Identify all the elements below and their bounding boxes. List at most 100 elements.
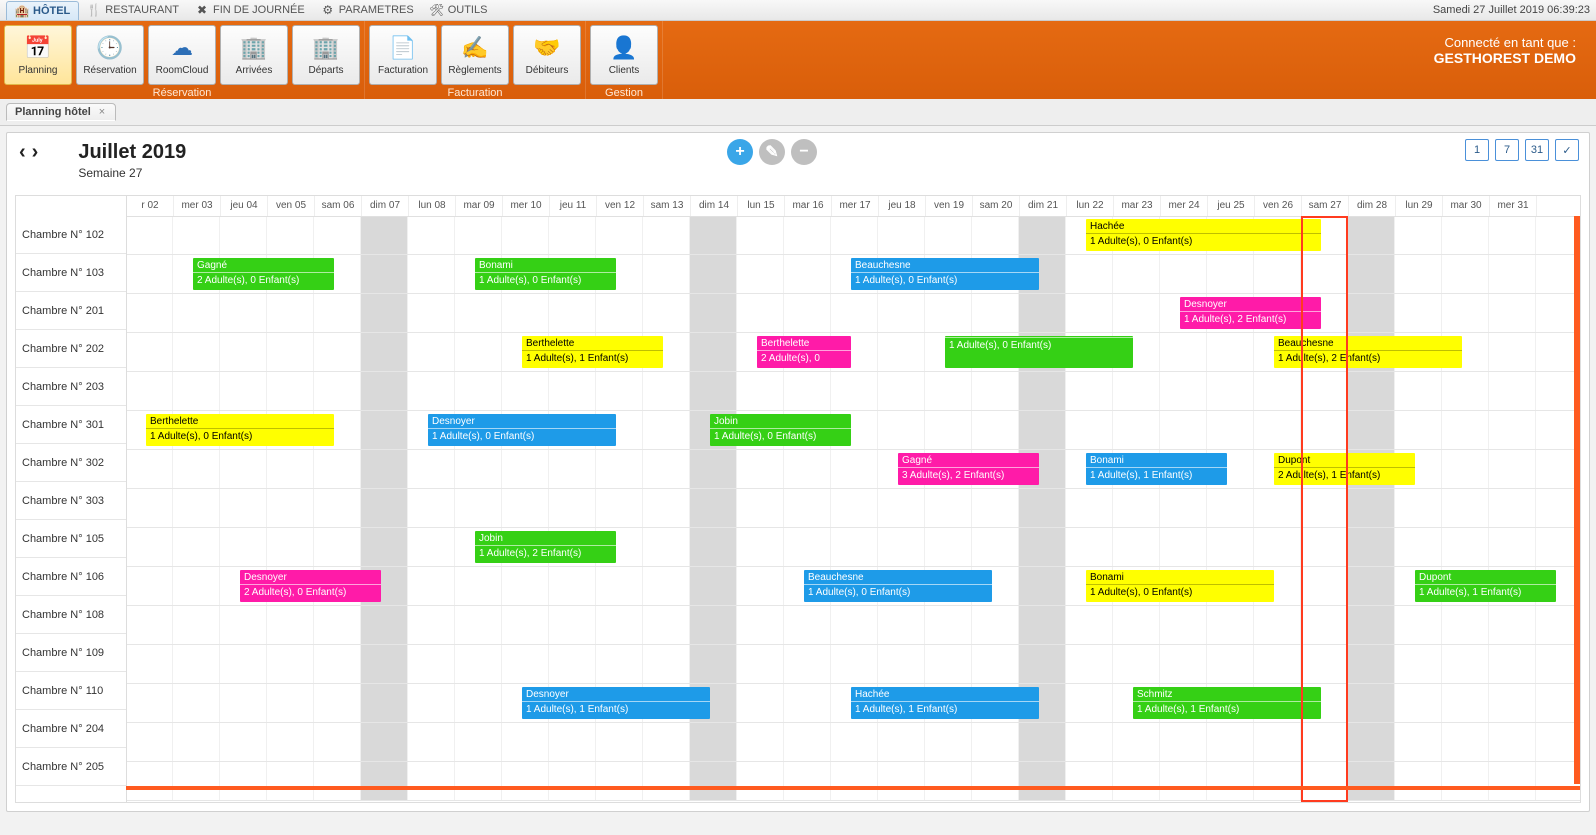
ribbon-btn-icon: 📅	[24, 35, 51, 61]
ribbon-btn-planning[interactable]: 📅Planning	[4, 25, 72, 85]
reservation-block[interactable]: Bonami1 Adulte(s), 1 Enfant(s)	[1086, 453, 1227, 485]
reservation-block[interactable]: Dupont1 Adulte(s), 1 Enfant(s)	[1415, 570, 1556, 602]
ribbon-btn-label: Clients	[609, 65, 640, 76]
ribbon-btn-label: Réservation	[83, 65, 136, 76]
day-header: dim 21	[1020, 196, 1067, 216]
room-row[interactable]	[126, 606, 1580, 645]
ribbon-btn-r-servation[interactable]: 🕒Réservation	[76, 25, 144, 85]
reservation-block[interactable]: Dupont2 Adulte(s), 1 Enfant(s)	[1274, 453, 1415, 485]
menu-tab-restaurant[interactable]: 🍴RESTAURANT	[79, 1, 187, 20]
reservation-block[interactable]: Hachée1 Adulte(s), 0 Enfant(s)	[1086, 219, 1321, 251]
ribbon-group-gestion: 👤ClientsGestion	[586, 21, 663, 99]
room-row[interactable]: Desnoyer1 Adulte(s), 2 Enfant(s)	[126, 294, 1580, 333]
day-header: mar 16	[785, 196, 832, 216]
scroll-indicator-bottom	[126, 786, 1580, 790]
ribbon-group-facturation: 📄Facturation✍Règlements🤝Débiteurs Factura…	[365, 21, 586, 99]
reservation-occupancy: 1 Adulte(s), 1 Enfant(s)	[1415, 585, 1556, 600]
day-header: lun 29	[1396, 196, 1443, 216]
ribbon-btn-label: Facturation	[378, 65, 428, 76]
reservation-block[interactable]: Hachée1 Adulte(s), 1 Enfant(s)	[851, 687, 1039, 719]
room-row[interactable]: Desnoyer2 Adulte(s), 0 Enfant(s) Beauches…	[126, 567, 1580, 606]
reservation-occupancy: 1 Adulte(s), 0 Enfant(s)	[1086, 585, 1274, 600]
reservation-block[interactable]: Schmitz1 Adulte(s), 1 Enfant(s)	[1133, 687, 1321, 719]
menu-tab-h-tel[interactable]: 🏨HÔTEL	[6, 1, 79, 20]
ribbon-btn-icon: 🤝	[533, 35, 560, 61]
ribbon-btn-d-parts[interactable]: 🏢Départs	[292, 25, 360, 85]
reservation-occupancy: 1 Adulte(s), 1 Enfant(s)	[851, 702, 1039, 717]
add-button[interactable]: +	[727, 139, 753, 165]
planning-grid: r 02mer 03jeu 04ven 05sam 06dim 07lun 08…	[15, 195, 1581, 803]
room-row[interactable]: Berthelette1 Adulte(s), 1 Enfant(s) Berth…	[126, 333, 1580, 372]
ribbon-btn-clients[interactable]: 👤Clients	[590, 25, 658, 85]
reservation-block[interactable]: Berthelette2 Adulte(s), 0	[757, 336, 851, 368]
reservation-block[interactable]: Desnoyer1 Adulte(s), 1 Enfant(s)	[522, 687, 710, 719]
reservation-block[interactable]: 1 Adulte(s), 0 Enfant(s)	[945, 336, 1133, 368]
reservation-occupancy: 1 Adulte(s), 2 Enfant(s)	[1180, 312, 1321, 327]
menu-tab-outils[interactable]: 🛠OUTILS	[422, 1, 496, 20]
reservation-guest: Bonami	[1086, 453, 1227, 468]
reservation-block[interactable]: Jobin1 Adulte(s), 2 Enfant(s)	[475, 531, 616, 563]
view-btn-7[interactable]: 7	[1495, 139, 1519, 161]
reservation-block[interactable]: Beauchesne1 Adulte(s), 0 Enfant(s)	[804, 570, 992, 602]
room-row[interactable]: Jobin1 Adulte(s), 2 Enfant(s)	[126, 528, 1580, 567]
ribbon-btn-r-glements[interactable]: ✍Règlements	[441, 25, 509, 85]
room-row[interactable]	[126, 645, 1580, 684]
prev-button[interactable]: ‹	[19, 141, 26, 164]
room-row[interactable]	[126, 723, 1580, 762]
room-row[interactable]	[126, 372, 1580, 411]
view-btn-✓[interactable]: ✓	[1555, 139, 1579, 161]
reservation-guest: Schmitz	[1133, 687, 1321, 702]
menu-label: HÔTEL	[33, 5, 70, 17]
reservation-block[interactable]: Beauchesne1 Adulte(s), 0 Enfant(s)	[851, 258, 1039, 290]
reservation-block[interactable]: Gagné3 Adulte(s), 2 Enfant(s)	[898, 453, 1039, 485]
menu-tab-parametres[interactable]: ⚙PARAMETRES	[313, 1, 422, 20]
room-row[interactable]: Berthelette1 Adulte(s), 0 Enfant(s) Desno…	[126, 411, 1580, 450]
ribbon-btn-facturation[interactable]: 📄Facturation	[369, 25, 437, 85]
reservation-guest: Bonami	[1086, 570, 1274, 585]
reservation-occupancy: 1 Adulte(s), 0 Enfant(s)	[804, 585, 992, 600]
reservation-occupancy: 1 Adulte(s), 1 Enfant(s)	[1086, 468, 1227, 483]
ribbon-btn-arriv-es[interactable]: 🏢Arrivées	[220, 25, 288, 85]
reservation-block[interactable]: Desnoyer1 Adulte(s), 2 Enfant(s)	[1180, 297, 1321, 329]
reservation-occupancy: 1 Adulte(s), 0 Enfant(s)	[851, 273, 1039, 288]
view-btn-31[interactable]: 31	[1525, 139, 1549, 161]
room-row[interactable]: Gagné2 Adulte(s), 0 Enfant(s)Bonami1 Adu…	[126, 255, 1580, 294]
reservation-block[interactable]: Bonami1 Adulte(s), 0 Enfant(s)	[475, 258, 616, 290]
reservation-block[interactable]: Desnoyer1 Adulte(s), 0 Enfant(s)	[428, 414, 616, 446]
next-button[interactable]: ›	[32, 141, 39, 164]
reservation-block[interactable]: Berthelette1 Adulte(s), 1 Enfant(s)	[522, 336, 663, 368]
menu-icon: ⚙	[321, 3, 335, 17]
planning-panel: ‹ › Juillet 2019 Semaine 27 + ✎ − 1731✓ …	[6, 132, 1590, 812]
day-header: ven 12	[597, 196, 644, 216]
reservation-block[interactable]: Desnoyer2 Adulte(s), 0 Enfant(s)	[240, 570, 381, 602]
doc-tab-planning[interactable]: Planning hôtel ×	[6, 103, 116, 121]
reservation-block[interactable]: Gagné2 Adulte(s), 0 Enfant(s)	[193, 258, 334, 290]
reservation-block[interactable]: Berthelette1 Adulte(s), 0 Enfant(s)	[146, 414, 334, 446]
room-label: Chambre N° 203	[16, 368, 126, 406]
room-row[interactable]: Gagné3 Adulte(s), 2 Enfant(s) Bonami1 Adu…	[126, 450, 1580, 489]
edit-button[interactable]: ✎	[759, 139, 785, 165]
day-header: jeu 25	[1208, 196, 1255, 216]
reservation-occupancy: 1 Adulte(s), 1 Enfant(s)	[522, 351, 663, 366]
ribbon-btn-d-biteurs[interactable]: 🤝Débiteurs	[513, 25, 581, 85]
reservation-guest: Jobin	[710, 414, 851, 429]
room-row[interactable]: Desnoyer1 Adulte(s), 1 Enfant(s)Hachée1 …	[126, 684, 1580, 723]
menu-tab-fin-de-journ-e[interactable]: ✖FIN DE JOURNÉE	[187, 1, 313, 20]
reservation-block[interactable]: Beauchesne1 Adulte(s), 2 Enfant(s)	[1274, 336, 1462, 368]
ribbon-btn-roomcloud[interactable]: ☁RoomCloud	[148, 25, 216, 85]
room-row[interactable]	[126, 489, 1580, 528]
menu-icon: ✖	[195, 3, 209, 17]
reservation-occupancy: 3 Adulte(s), 2 Enfant(s)	[898, 468, 1039, 483]
reservation-guest: Bonami	[475, 258, 616, 273]
reservation-block[interactable]: Jobin1 Adulte(s), 0 Enfant(s)	[710, 414, 851, 446]
room-row[interactable]: Hachée1 Adulte(s), 0 Enfant(s)	[126, 216, 1580, 255]
view-btn-1[interactable]: 1	[1465, 139, 1489, 161]
room-row[interactable]	[126, 762, 1580, 801]
day-header: r 02	[127, 196, 174, 216]
room-label: Chambre N° 201	[16, 292, 126, 330]
reservation-occupancy: 2 Adulte(s), 1 Enfant(s)	[1274, 468, 1415, 483]
reservation-guest: Desnoyer	[522, 687, 710, 702]
close-icon[interactable]: ×	[97, 106, 107, 118]
reservation-block[interactable]: Bonami1 Adulte(s), 0 Enfant(s)	[1086, 570, 1274, 602]
delete-button[interactable]: −	[791, 139, 817, 165]
